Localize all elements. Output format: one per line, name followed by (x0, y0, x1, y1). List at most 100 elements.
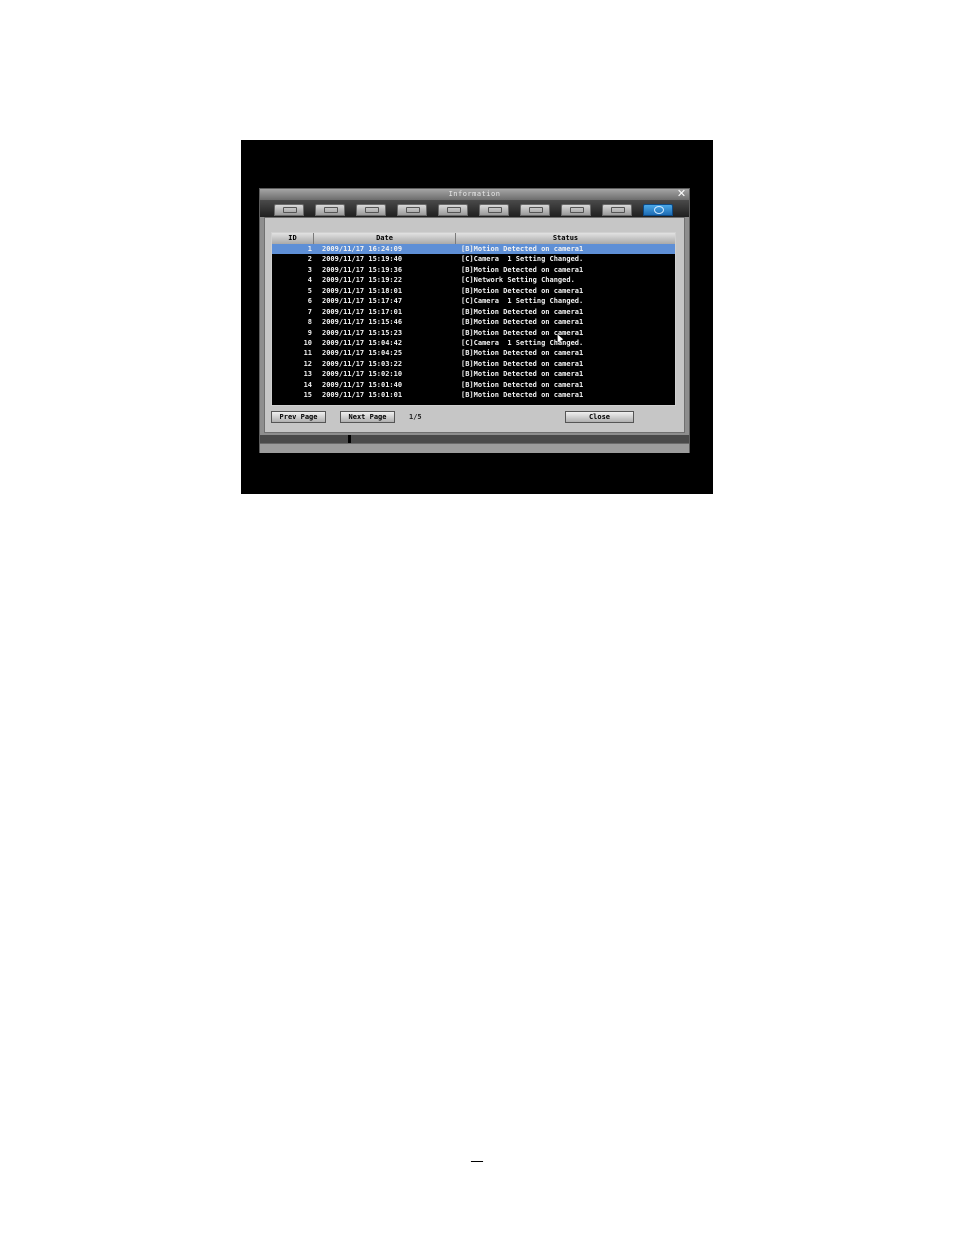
row-id: 15 (303, 391, 312, 400)
row-date: 2009/11/17 15:18:01 (322, 286, 403, 295)
tab-network[interactable] (479, 204, 509, 216)
table-body: 1 2009/11/17 16:24:09 [B]Motion Detected o… (272, 244, 675, 401)
record-icon (324, 207, 338, 213)
next-page-button[interactable]: Next Page (340, 411, 395, 423)
tab-bar (260, 200, 689, 217)
page-indicator: 1/5 (409, 413, 422, 421)
tab-keyboard[interactable] (356, 204, 386, 216)
prev-page-button[interactable]: Prev Page (271, 411, 326, 423)
table-row[interactable]: 10 2009/11/17 15:04:42 [C]Camera 1 Setting… (272, 338, 675, 348)
row-id: 8 (307, 318, 312, 327)
close-button[interactable]: Close (565, 411, 634, 423)
table-header: ID Date Status (272, 233, 675, 244)
system-icon (570, 207, 584, 213)
information-dialog: Information ✕ ID Date Status 12009/11/1 (259, 188, 690, 453)
row-status: [B]Motion Detected on camera1 (461, 359, 584, 368)
row-status: [B]Motion Detected on camera1 (461, 349, 584, 358)
row-date: 2009/11/17 15:01:01 (322, 391, 403, 400)
row-date: 2009/11/17 15:17:47 (322, 297, 403, 306)
footer-bar (260, 443, 689, 453)
row-status: [B]Motion Detected on camera1 (461, 370, 584, 379)
disk-icon (529, 207, 543, 213)
tab-display[interactable] (438, 204, 468, 216)
tab-event[interactable] (397, 204, 427, 216)
table-row[interactable]: 15 2009/11/17 15:01:01 [B]Motion Detected … (272, 390, 675, 400)
row-id: 14 (303, 380, 312, 389)
row-date: 2009/11/17 15:19:22 (322, 276, 403, 285)
event-log-table: ID Date Status 1 2009/11/17 16:24:09 [B]Mo… (271, 232, 676, 406)
header-id[interactable]: ID (272, 233, 314, 244)
header-date[interactable]: Date (314, 233, 456, 244)
row-id: 9 (307, 328, 312, 337)
row-date: 2009/11/17 16:24:09 (322, 245, 403, 253)
tools-icon (611, 207, 625, 213)
status-bar (260, 435, 689, 443)
row-status: [C]Camera 1 Setting Changed. (461, 338, 584, 347)
row-status: [C]Network Setting Changed. (461, 276, 575, 285)
row-id: 2 (307, 255, 312, 264)
info-icon (654, 206, 664, 214)
row-status: [B]Motion Detected on camera1 (461, 245, 584, 253)
table-row[interactable]: 1 2009/11/17 16:24:09 [B]Motion Detected o… (272, 244, 675, 255)
row-status: [B]Motion Detected on camera1 (461, 380, 584, 389)
tab-disk[interactable] (520, 204, 550, 216)
network-icon (488, 207, 502, 213)
tab-tools[interactable] (602, 204, 632, 216)
row-id: 7 (307, 307, 312, 316)
row-id: 5 (307, 286, 312, 295)
tab-record[interactable] (315, 204, 345, 216)
status-divider (348, 435, 351, 443)
window-title: Information (448, 190, 501, 198)
table-row[interactable]: 4 2009/11/17 15:19:22 [C]Network Setting C… (272, 275, 675, 285)
row-date: 2009/11/17 15:02:10 (322, 370, 403, 379)
monitor-icon (447, 207, 461, 213)
table-row[interactable]: 6 2009/11/17 15:17:47 [C]Camera 1 Setting … (272, 296, 675, 306)
table-row[interactable]: 12 2009/11/17 15:03:22 [B]Motion Detected … (272, 359, 675, 369)
table-row[interactable]: 7 2009/11/17 15:17:01 [B]Motion Detected o… (272, 307, 675, 317)
table-row[interactable]: 13 2009/11/17 15:02:10 [B]Motion Detected … (272, 369, 675, 379)
row-date: 2009/11/17 15:04:42 (322, 338, 403, 347)
row-status: [B]Motion Detected on camera1 (461, 328, 584, 337)
row-status: [B]Motion Detected on camera1 (461, 318, 584, 327)
row-date: 2009/11/17 15:17:01 (322, 307, 403, 316)
button-bar: Prev Page Next Page 1/5 Close (271, 411, 676, 425)
page-number: __ (471, 1149, 483, 1163)
row-date: 2009/11/17 15:03:22 (322, 359, 403, 368)
row-id: 3 (307, 265, 312, 274)
row-date: 2009/11/17 15:04:25 (322, 349, 403, 358)
row-status: [C]Camera 1 Setting Changed. (461, 297, 584, 306)
row-id: 1 (307, 245, 312, 253)
row-status: [B]Motion Detected on camera1 (461, 307, 584, 316)
table-row[interactable]: 5 2009/11/17 15:18:01 [B]Motion Detected o… (272, 286, 675, 296)
row-date: 2009/11/17 15:19:36 (322, 265, 403, 274)
table-row[interactable]: 14 2009/11/17 15:01:40 [B]Motion Detected … (272, 380, 675, 390)
header-status[interactable]: Status (456, 233, 675, 244)
tab-camera[interactable] (274, 204, 304, 216)
table-row[interactable]: 8 2009/11/17 15:15:46 [B]Motion Detected o… (272, 317, 675, 327)
info-panel: ID Date Status 1 2009/11/17 16:24:09 [B]Mo… (264, 217, 685, 433)
row-id: 11 (303, 349, 312, 358)
row-id: 6 (307, 297, 312, 306)
row-id: 12 (303, 359, 312, 368)
row-date: 2009/11/17 15:15:46 (322, 318, 403, 327)
table-row[interactable]: 11 2009/11/17 15:04:25 [B]Motion Detected … (272, 348, 675, 358)
row-status: [B]Motion Detected on camera1 (461, 286, 584, 295)
tab-information[interactable] (643, 204, 673, 216)
row-id: 13 (303, 370, 312, 379)
row-status: [C]Camera 1 Setting Changed. (461, 255, 584, 264)
title-bar: Information ✕ (260, 188, 689, 200)
table-row[interactable]: 9 2009/11/17 15:15:23 [B]Motion Detected o… (272, 328, 675, 338)
row-status: [B]Motion Detected on camera1 (461, 391, 584, 400)
dvr-screen: Information ✕ ID Date Status 12009/11/1 (241, 140, 713, 494)
row-date: 2009/11/17 15:15:23 (322, 328, 403, 337)
camera-icon (283, 207, 297, 213)
close-icon[interactable]: ✕ (676, 188, 687, 200)
row-id: 4 (307, 276, 312, 285)
table-row[interactable]: 2 2009/11/17 15:19:40 [C]Camera 1 Setting … (272, 254, 675, 264)
row-id: 10 (303, 338, 312, 347)
keyboard-icon (365, 207, 379, 213)
event-icon (406, 207, 420, 213)
row-date: 2009/11/17 15:01:40 (322, 380, 403, 389)
tab-system[interactable] (561, 204, 591, 216)
table-row[interactable]: 3 2009/11/17 15:19:36 [B]Motion Detected o… (272, 265, 675, 275)
